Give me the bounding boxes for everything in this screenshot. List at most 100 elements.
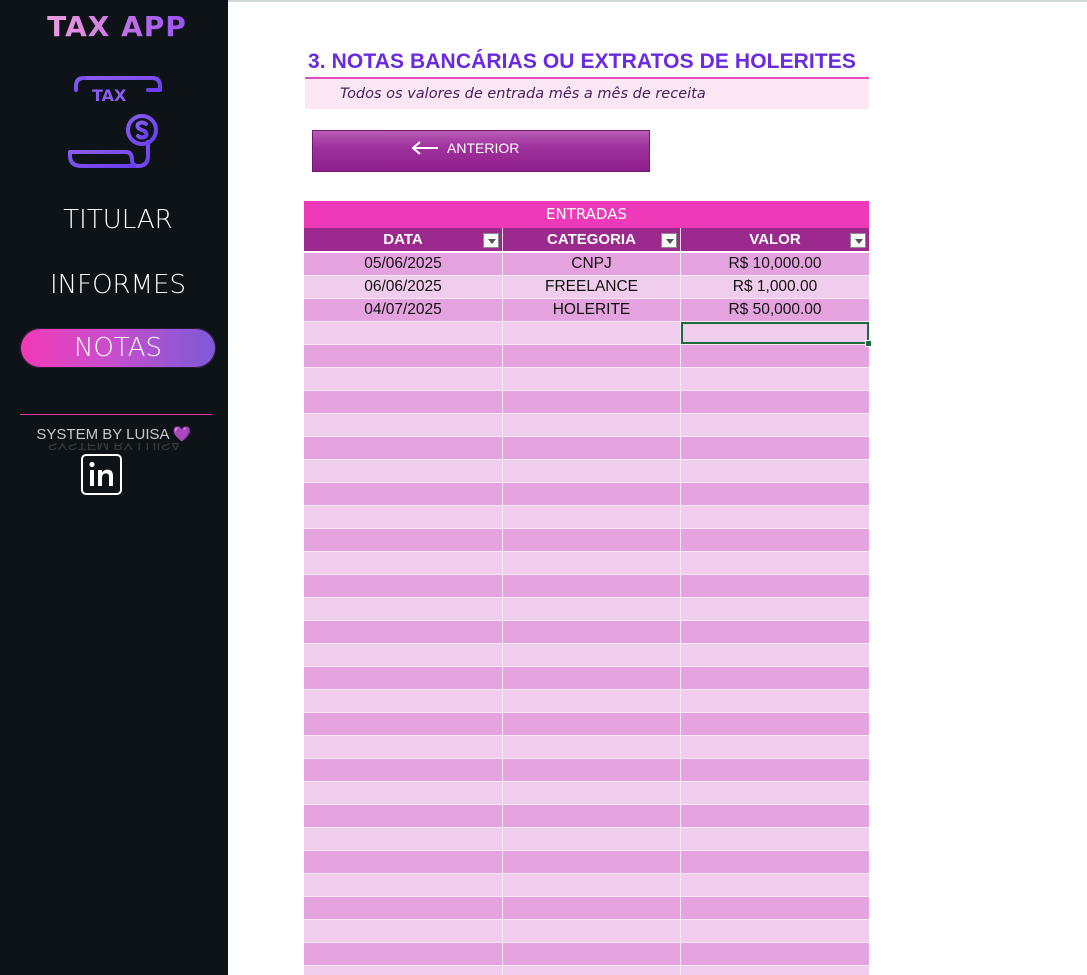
categoria-cell[interactable] xyxy=(503,529,681,551)
categoria-cell[interactable] xyxy=(503,506,681,528)
data-cell[interactable] xyxy=(304,851,503,873)
valor-cell[interactable]: R$ 50,000.00 xyxy=(681,299,869,321)
data-cell[interactable] xyxy=(304,759,503,781)
data-cell[interactable] xyxy=(304,575,503,597)
data-cell[interactable] xyxy=(304,483,503,505)
valor-cell[interactable]: R$ 1,000.00 xyxy=(681,276,869,298)
nav-item-notas[interactable]: NOTAS xyxy=(20,328,216,368)
categoria-cell[interactable] xyxy=(503,851,681,873)
linkedin-icon[interactable] xyxy=(81,454,122,495)
valor-cell[interactable] xyxy=(681,529,869,551)
categoria-cell[interactable] xyxy=(503,483,681,505)
categoria-cell[interactable] xyxy=(503,621,681,643)
valor-cell[interactable] xyxy=(681,828,869,850)
valor-cell[interactable] xyxy=(681,667,869,689)
categoria-cell[interactable] xyxy=(503,966,681,975)
categoria-cell[interactable]: FREELANCE xyxy=(503,276,681,298)
categoria-cell[interactable] xyxy=(503,897,681,919)
categoria-cell[interactable] xyxy=(503,644,681,666)
data-cell[interactable] xyxy=(304,736,503,758)
categoria-cell[interactable] xyxy=(503,874,681,896)
data-cell[interactable] xyxy=(304,667,503,689)
data-cell[interactable] xyxy=(304,437,503,459)
categoria-cell[interactable] xyxy=(503,736,681,758)
data-cell[interactable] xyxy=(304,782,503,804)
valor-cell[interactable] xyxy=(681,851,869,873)
filter-dropdown-icon[interactable] xyxy=(661,233,677,248)
data-cell[interactable] xyxy=(304,621,503,643)
valor-cell[interactable] xyxy=(681,805,869,827)
filter-dropdown-icon[interactable] xyxy=(483,233,499,248)
data-cell[interactable] xyxy=(304,644,503,666)
valor-cell[interactable] xyxy=(681,483,869,505)
data-cell[interactable] xyxy=(304,920,503,942)
categoria-cell[interactable] xyxy=(503,368,681,390)
valor-cell[interactable] xyxy=(681,690,869,712)
valor-cell[interactable] xyxy=(681,506,869,528)
categoria-cell[interactable] xyxy=(503,920,681,942)
categoria-cell[interactable] xyxy=(503,943,681,965)
categoria-cell[interactable] xyxy=(503,552,681,574)
previous-button[interactable]: ANTERIOR xyxy=(312,130,650,172)
data-cell[interactable] xyxy=(304,690,503,712)
categoria-cell[interactable] xyxy=(503,805,681,827)
filter-dropdown-icon[interactable] xyxy=(850,233,866,248)
valor-cell[interactable] xyxy=(681,598,869,620)
categoria-cell[interactable] xyxy=(503,460,681,482)
data-cell[interactable] xyxy=(304,966,503,975)
categoria-cell[interactable] xyxy=(503,759,681,781)
categoria-cell[interactable] xyxy=(503,690,681,712)
valor-cell[interactable] xyxy=(681,874,869,896)
categoria-cell[interactable] xyxy=(503,391,681,413)
data-cell[interactable]: 04/07/2025 xyxy=(304,299,503,321)
valor-cell[interactable]: R$ 10,000.00 xyxy=(681,253,869,275)
categoria-cell[interactable] xyxy=(503,414,681,436)
data-cell[interactable] xyxy=(304,552,503,574)
data-cell[interactable] xyxy=(304,805,503,827)
valor-cell[interactable] xyxy=(681,897,869,919)
valor-cell[interactable] xyxy=(681,437,869,459)
categoria-cell[interactable] xyxy=(503,345,681,367)
data-cell[interactable] xyxy=(304,897,503,919)
valor-cell[interactable] xyxy=(681,552,869,574)
data-cell[interactable] xyxy=(304,874,503,896)
categoria-cell[interactable] xyxy=(503,828,681,850)
data-cell[interactable]: 05/06/2025 xyxy=(304,253,503,275)
categoria-cell[interactable] xyxy=(503,713,681,735)
nav-item-titular[interactable]: TITULAR xyxy=(20,200,216,240)
categoria-cell[interactable] xyxy=(503,598,681,620)
selected-cell[interactable] xyxy=(681,322,872,347)
valor-cell[interactable] xyxy=(681,391,869,413)
valor-cell[interactable] xyxy=(681,460,869,482)
valor-cell[interactable] xyxy=(681,713,869,735)
valor-cell[interactable] xyxy=(681,782,869,804)
valor-cell[interactable] xyxy=(681,621,869,643)
valor-cell[interactable] xyxy=(681,943,869,965)
data-cell[interactable] xyxy=(304,506,503,528)
data-cell[interactable] xyxy=(304,943,503,965)
categoria-cell[interactable]: CNPJ xyxy=(503,253,681,275)
valor-cell[interactable] xyxy=(681,414,869,436)
valor-cell[interactable] xyxy=(681,644,869,666)
data-cell[interactable] xyxy=(304,368,503,390)
categoria-cell[interactable] xyxy=(503,667,681,689)
data-cell[interactable] xyxy=(304,322,503,344)
valor-cell[interactable] xyxy=(681,759,869,781)
valor-cell[interactable] xyxy=(681,368,869,390)
data-cell[interactable]: 06/06/2025 xyxy=(304,276,503,298)
nav-item-informes[interactable]: INFORMES xyxy=(20,265,216,305)
categoria-cell[interactable] xyxy=(503,322,681,344)
valor-cell[interactable] xyxy=(681,575,869,597)
data-cell[interactable] xyxy=(304,345,503,367)
categoria-cell[interactable]: HOLERITE xyxy=(503,299,681,321)
data-cell[interactable] xyxy=(304,460,503,482)
data-cell[interactable] xyxy=(304,529,503,551)
valor-cell[interactable] xyxy=(681,736,869,758)
data-cell[interactable] xyxy=(304,391,503,413)
categoria-cell[interactable] xyxy=(503,575,681,597)
valor-cell[interactable] xyxy=(681,345,869,367)
categoria-cell[interactable] xyxy=(503,782,681,804)
categoria-cell[interactable] xyxy=(503,437,681,459)
data-cell[interactable] xyxy=(304,598,503,620)
data-cell[interactable] xyxy=(304,414,503,436)
